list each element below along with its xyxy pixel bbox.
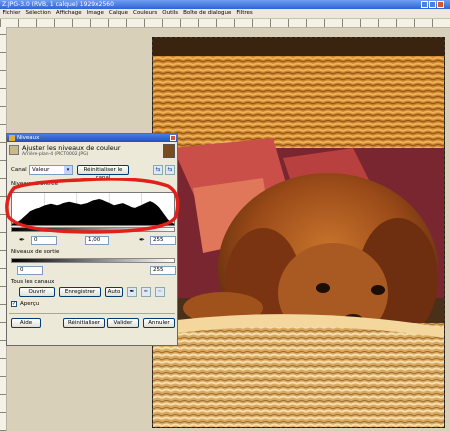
canal-select-value: Valeur xyxy=(32,167,50,173)
window-title-bar: Z.JPG-3.0 (RVB, 1 calque) 1929x2560 xyxy=(0,0,450,9)
histogram-graph xyxy=(12,193,174,225)
input-levels-label: Niveaux d'entrée xyxy=(11,181,59,187)
ok-button[interactable]: Valider xyxy=(107,318,139,328)
image-thumbnail xyxy=(163,144,175,158)
menu-outils[interactable]: Outils xyxy=(160,9,181,18)
dialog-subheading: Arrière-plan-4 (PICT0002.JPG) xyxy=(22,152,89,157)
dialog-close-button[interactable] xyxy=(170,135,176,141)
canal-label: Canal : xyxy=(11,167,31,173)
black-pipette-icon[interactable]: ✒ xyxy=(127,287,137,297)
cancel-button[interactable]: Annuler xyxy=(143,318,175,328)
menu-couleurs[interactable]: Couleurs xyxy=(131,9,160,18)
levels-dialog: Niveaux Ajuster les niveaux de couleur A… xyxy=(6,133,178,346)
preview-label: Aperçu xyxy=(20,301,40,307)
white-pipette-icon[interactable]: ✒ xyxy=(155,287,165,297)
dialog-header: Ajuster les niveaux de couleur Arrière-p… xyxy=(9,144,175,160)
maximize-button[interactable] xyxy=(429,1,436,8)
save-button[interactable]: Enregistrer xyxy=(59,287,101,297)
horizontal-ruler[interactable] xyxy=(0,19,450,28)
log-histogram-icon[interactable]: ⇆ xyxy=(165,165,175,175)
menu-boite-de-dialogue[interactable]: Boîte de dialogue xyxy=(181,9,234,18)
reset-channel-button[interactable]: Réinitialiser le canal xyxy=(77,165,129,181)
input-gamma-field[interactable]: 1,00 xyxy=(85,236,109,245)
white-point-pipette-icon[interactable]: ✒ xyxy=(139,236,145,245)
menu-image[interactable]: Image xyxy=(84,9,106,18)
linear-histogram-icon[interactable]: ⇆ xyxy=(153,165,163,175)
output-high-field[interactable]: 255 xyxy=(150,266,176,275)
histogram xyxy=(11,192,175,226)
close-button[interactable] xyxy=(437,1,444,8)
image-canvas[interactable] xyxy=(152,37,445,428)
auto-button[interactable]: Auto xyxy=(105,287,123,297)
dog-in-basket-photo xyxy=(153,38,444,427)
output-low-field[interactable]: 0 xyxy=(17,266,43,275)
output-gradient-bar[interactable] xyxy=(11,258,175,263)
levels-icon xyxy=(9,145,19,155)
help-button[interactable]: Aide xyxy=(11,318,41,328)
input-low-field[interactable]: 0 xyxy=(31,236,57,245)
gray-pipette-icon[interactable]: ✒ xyxy=(141,287,151,297)
dialog-title: Niveaux xyxy=(17,135,40,141)
chevron-down-icon: ▾ xyxy=(64,166,72,174)
menu-selection[interactable]: Sélection xyxy=(23,9,53,18)
open-button[interactable]: Ouvrir xyxy=(19,287,55,297)
divider xyxy=(9,313,175,314)
minimize-button[interactable] xyxy=(421,1,428,8)
input-high-field[interactable]: 255 xyxy=(150,236,176,245)
histogram-shape xyxy=(12,199,174,225)
preview-checkbox[interactable]: ✓ xyxy=(11,301,17,307)
window-title: Z.JPG-3.0 (RVB, 1 calque) 1929x2560 xyxy=(2,1,114,8)
dialog-title-bar[interactable]: Niveaux xyxy=(7,134,177,142)
all-channels-label: Tous les canaux xyxy=(11,279,55,285)
gimp-icon xyxy=(9,135,15,141)
dialog-heading: Ajuster les niveaux de couleur xyxy=(22,144,121,152)
black-point-pipette-icon[interactable]: ✒ xyxy=(19,236,25,245)
menu-affichage[interactable]: Affichage xyxy=(53,9,84,18)
menu-calque[interactable]: Calque xyxy=(106,9,130,18)
input-gradient-bar[interactable] xyxy=(11,227,175,232)
menu-fichier[interactable]: Fichier xyxy=(0,9,23,18)
menu-bar: Fichier Sélection Affichage Image Calque… xyxy=(0,9,450,19)
canal-select[interactable]: Valeur ▾ xyxy=(29,165,73,175)
reset-button[interactable]: Réinitialiser xyxy=(63,318,105,328)
output-levels-label: Niveaux de sortie xyxy=(11,249,60,255)
menu-filtres[interactable]: Filtres xyxy=(234,9,255,18)
